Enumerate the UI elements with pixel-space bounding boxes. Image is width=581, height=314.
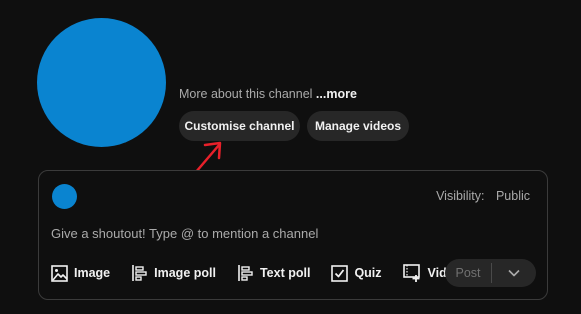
image-icon xyxy=(51,264,68,282)
image-poll-icon xyxy=(132,265,147,281)
text-poll-label: Text poll xyxy=(259,266,311,280)
quiz-checkbox-icon xyxy=(331,264,349,282)
channel-page: More about this channel ...more Customis… xyxy=(0,0,581,314)
shoutout-input[interactable] xyxy=(51,226,531,241)
post-button-group: Post xyxy=(445,259,536,287)
text-poll-button[interactable]: Text poll xyxy=(237,264,310,282)
post-actions: Image Image poll Text poll Quiz xyxy=(51,261,461,285)
image-label: Image xyxy=(74,266,111,280)
manage-videos-button[interactable]: Manage videos xyxy=(307,111,409,141)
image-poll-label: Image poll xyxy=(154,266,216,280)
image-poll-button[interactable]: Image poll xyxy=(131,264,216,282)
text-poll-icon xyxy=(238,265,253,281)
chevron-down-icon xyxy=(508,269,520,277)
quiz-label: Quiz xyxy=(354,266,382,280)
channel-about-text: More about this channel xyxy=(179,87,313,101)
quiz-button[interactable]: Quiz xyxy=(331,264,382,282)
more-link[interactable]: ...more xyxy=(316,87,357,101)
image-button[interactable]: Image xyxy=(51,264,111,282)
video-add-icon xyxy=(402,264,420,282)
post-options-button[interactable] xyxy=(492,269,536,277)
channel-about: More about this channel ...more xyxy=(179,87,357,101)
post-composer: Visibility: Public Image xyxy=(38,170,548,300)
post-button[interactable]: Post xyxy=(445,266,491,280)
visibility-setting[interactable]: Visibility: Public xyxy=(436,189,530,203)
visibility-label: Visibility: xyxy=(436,189,485,203)
user-avatar xyxy=(52,184,77,209)
visibility-value[interactable]: Public xyxy=(496,189,530,203)
channel-avatar[interactable] xyxy=(37,18,166,147)
